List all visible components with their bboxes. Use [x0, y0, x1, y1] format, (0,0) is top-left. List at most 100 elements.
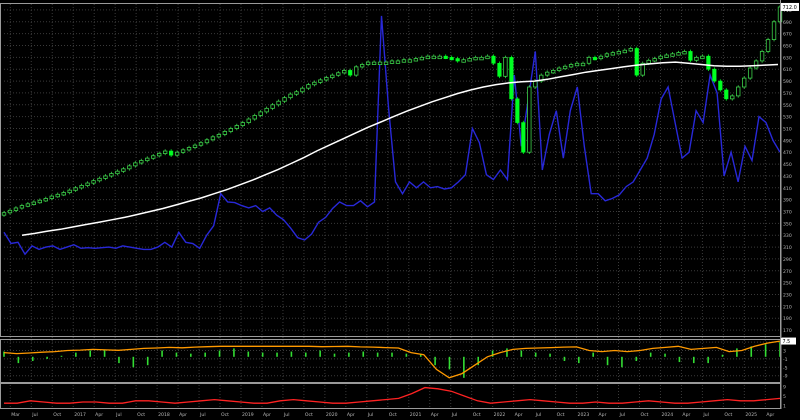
- candle-up: [461, 59, 466, 63]
- candle-up: [401, 59, 407, 63]
- candle-up: [174, 151, 180, 156]
- candle-up: [354, 66, 359, 76]
- candle-up: [115, 170, 120, 175]
- candle-up: [545, 71, 550, 76]
- candle-up: [742, 77, 747, 88]
- oscillator-tick-label: 3: [783, 349, 786, 355]
- candle-up: [765, 39, 771, 52]
- candle-up: [246, 118, 251, 123]
- price-tick-label: 450: [783, 162, 792, 168]
- candle-up: [437, 55, 442, 60]
- date-tick-label: Jul: [451, 412, 458, 418]
- price-tick-label: 170: [783, 328, 792, 334]
- date-tick-label: Jul: [535, 412, 542, 418]
- date-tick-label: Jul: [31, 412, 38, 418]
- candle-up: [574, 62, 580, 67]
- candle-up: [413, 58, 419, 62]
- candle-up: [186, 147, 192, 151]
- candle-up: [204, 139, 210, 144]
- candle-up: [282, 97, 287, 102]
- candle-up: [682, 51, 687, 55]
- candle-up: [473, 56, 478, 61]
- candle-down: [521, 122, 526, 153]
- candle-up: [342, 70, 347, 74]
- candle-up: [330, 74, 335, 79]
- candle-up: [395, 60, 401, 64]
- candle-up: [550, 70, 556, 74]
- candle-down: [688, 51, 693, 61]
- candle-up: [216, 134, 222, 138]
- bottom-tick-label: 5: [783, 394, 786, 400]
- price-tick-label: 510: [783, 127, 792, 133]
- candle-up: [664, 54, 669, 58]
- candle-up: [192, 144, 198, 149]
- candle-up: [407, 59, 413, 63]
- candle-up: [264, 107, 269, 113]
- price-tick-label: 430: [783, 174, 792, 180]
- candle-up: [258, 111, 263, 116]
- candle-up: [676, 52, 681, 56]
- candle-up: [431, 55, 436, 60]
- candle-up: [162, 150, 168, 154]
- price-tick-label: 310: [783, 245, 792, 251]
- candle-down: [706, 55, 711, 70]
- candle-up: [276, 100, 281, 106]
- candle-up: [91, 180, 96, 184]
- candle-down: [712, 68, 717, 82]
- candle-up: [580, 62, 586, 67]
- price-tick-label: 610: [783, 67, 792, 73]
- bottom-tick-label: 9: [783, 384, 786, 390]
- candle-up: [139, 160, 144, 164]
- candle-down: [443, 55, 448, 59]
- candle-up: [324, 77, 329, 81]
- price-tick-label: 330: [783, 233, 792, 239]
- candle-up: [198, 142, 204, 146]
- candle-up: [61, 192, 66, 196]
- candle-up: [25, 203, 31, 207]
- date-tick-label: Oct: [557, 412, 565, 418]
- date-tick-label: 2023: [578, 412, 590, 418]
- price-tick-label: 470: [783, 150, 792, 156]
- candle-up: [145, 157, 150, 162]
- date-tick-label: Oct: [305, 412, 313, 418]
- date-tick-label: 2018: [158, 412, 170, 418]
- candle-up: [318, 79, 323, 83]
- candle-up: [359, 64, 365, 68]
- candle-up: [336, 72, 341, 76]
- candle-up: [49, 195, 54, 199]
- candle-up: [759, 51, 765, 62]
- chart-canvas[interactable]: 170 190 210 230 250 270 290 310 330 350 370 390 410 4…: [0, 0, 800, 420]
- candle-up: [616, 51, 622, 55]
- oscillator-last-label: 7.5: [783, 339, 791, 345]
- date-tick-label: Apr: [347, 412, 355, 418]
- price-tick-label: 410: [783, 186, 792, 192]
- chart-stage: 170 190 210 230 250 270 290 310 330 350 370 390 410 4…: [0, 0, 800, 420]
- candle-up: [109, 173, 114, 177]
- candle-up: [419, 56, 425, 61]
- candle-up: [753, 60, 759, 69]
- candle-up: [37, 199, 42, 204]
- candle-down: [592, 57, 598, 61]
- candle-up: [700, 55, 705, 60]
- candle-up: [103, 175, 108, 179]
- price-tick-label: 630: [783, 55, 792, 61]
- date-tick-label: Apr: [599, 412, 607, 418]
- price-tick-label: 210: [783, 304, 792, 310]
- price-tick-label: 490: [783, 138, 792, 144]
- candle-up: [234, 125, 239, 129]
- price-tick-label: 530: [783, 115, 792, 121]
- candle-up: [527, 86, 532, 153]
- price-tick-label: 650: [783, 44, 792, 50]
- candle-up: [556, 67, 562, 71]
- candle-up: [747, 67, 753, 79]
- candle-up: [270, 104, 275, 109]
- price-tick-label: 350: [783, 221, 792, 227]
- price-tick-label: 590: [783, 79, 792, 85]
- candle-up: [365, 61, 371, 65]
- price-tick-label: 250: [783, 281, 792, 287]
- candle-up: [670, 53, 675, 57]
- date-tick-label: Jul: [199, 412, 206, 418]
- candle-up: [646, 59, 651, 64]
- date-tick-label: 2017: [74, 412, 86, 418]
- candle-up: [180, 149, 186, 153]
